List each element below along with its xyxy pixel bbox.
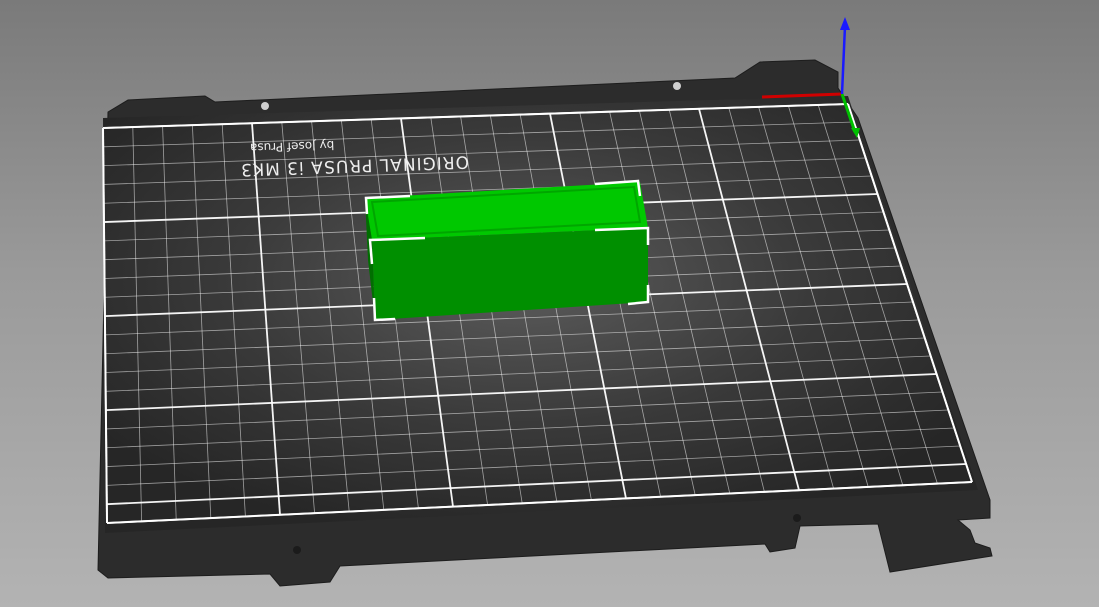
box-object[interactable] [364,179,650,322]
mount-hole [673,82,681,90]
mount-hole [793,514,801,522]
mount-hole [293,546,301,554]
z-axis-arrow [840,25,847,95]
3d-viewport[interactable]: ORIGINAL PRUSA i3 MK3 by Josef Prusa [0,0,1099,607]
bed-subtitle: by Josef Prusa [250,138,335,155]
bed-scene: ORIGINAL PRUSA i3 MK3 by Josef Prusa [97,17,993,587]
mount-hole [261,102,269,110]
